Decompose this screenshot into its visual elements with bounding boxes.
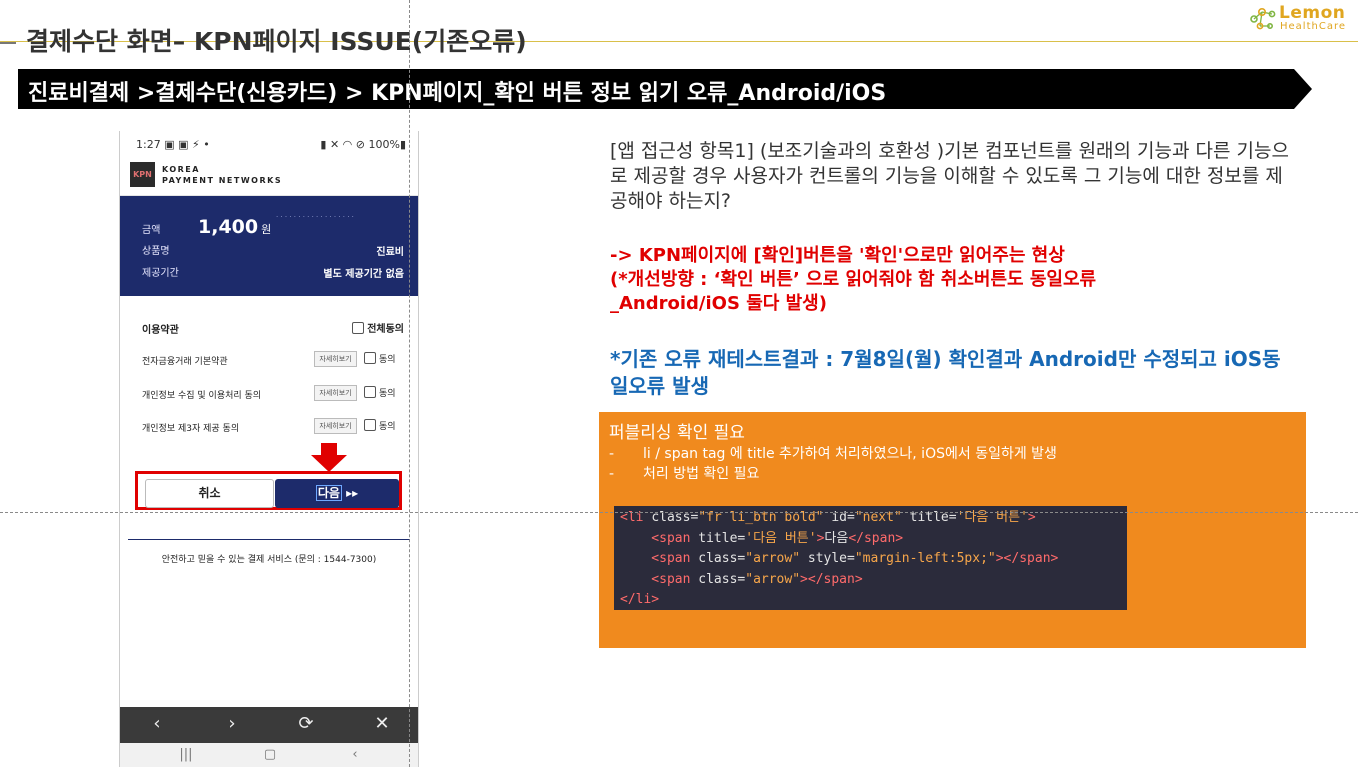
status-time: 1:27 ▣ ▣ ⚡ • xyxy=(136,138,210,151)
breadcrumb-text: 진료비결제 >결제수단(신용카드) > KPN페이지_확인 버튼 정보 읽기 오… xyxy=(28,81,887,106)
horizontal-guide-line xyxy=(0,512,1358,513)
recent-apps-icon[interactable]: ||| xyxy=(176,747,196,762)
red-down-arrow-icon xyxy=(311,443,347,472)
detail-button[interactable]: 자세히보기 xyxy=(314,351,357,367)
back-nav-icon[interactable]: ‹ xyxy=(345,747,365,762)
publishing-title: 퍼블리싱 확인 필요 xyxy=(609,423,745,443)
browser-nav-bar: ‹ › ⟳ ✕ xyxy=(120,707,418,743)
period-label: 제공기간 xyxy=(142,268,179,279)
amount-note: · · · · · · · · · · · · · · · · · · xyxy=(276,213,354,221)
next-label: 다음 xyxy=(315,485,342,501)
term-row: 개인정보 수집 및 이용처리 동의 자세히보기 동의 xyxy=(142,384,404,404)
phone-screenshot: 1:27 ▣ ▣ ⚡ • ▮ ✕ ◠ ⊘ 100%▮ KPN KOREA PAY… xyxy=(119,131,419,767)
term-label: 개인정보 수집 및 이용처리 동의 xyxy=(142,391,262,401)
issue-description: -> KPN페이지에 [확인]버튼을 '확인'으로만 읽어주는 현상 (*개선방… xyxy=(610,245,1097,314)
code-line: </li> xyxy=(620,592,660,607)
publishing-bullet: - 처리 방법 확인 필요 xyxy=(609,466,760,482)
publishing-bullet: - li / span tag 에 title 추가하여 처리하였으나, iOS에… xyxy=(609,446,1057,462)
kpn-name-line2: PAYMENT NETWORKS xyxy=(162,176,283,185)
detail-button[interactable]: 자세히보기 xyxy=(314,418,357,434)
term-row: 개인정보 제3자 제공 동의 자세히보기 동의 xyxy=(142,417,404,437)
detail-button[interactable]: 자세히보기 xyxy=(314,385,357,401)
lemon-healthcare-logo: Lemon HealthCare xyxy=(1248,3,1352,34)
forward-icon[interactable]: › xyxy=(222,713,242,734)
cancel-button[interactable]: 취소 xyxy=(145,479,274,508)
status-bar: 1:27 ▣ ▣ ⚡ • ▮ ✕ ◠ ⊘ 100%▮ xyxy=(120,131,418,157)
highlight-box: 취소 다음 ▸▸ xyxy=(135,471,402,510)
checkbox-icon[interactable] xyxy=(364,386,376,398)
molecule-icon xyxy=(1250,8,1276,30)
amount-label: 금액 xyxy=(142,225,161,236)
accessibility-item-text: [앱 접근성 항목1] (보조기술과의 호환성 )기본 컴포넌트를 원래의 기능… xyxy=(610,140,1289,212)
logo-subtitle: HealthCare xyxy=(1280,21,1346,32)
home-icon[interactable]: ▢ xyxy=(260,747,280,762)
code-line: <span class="arrow"></span> xyxy=(620,571,863,587)
publishing-check-box: 퍼블리싱 확인 필요 - li / span tag 에 title 추가하여 처… xyxy=(599,412,1306,648)
status-icons: ▮ ✕ ◠ ⊘ 100%▮ xyxy=(320,138,406,151)
next-button[interactable]: 다음 ▸▸ xyxy=(275,479,399,508)
all-agree-checkbox[interactable]: 전체동의 xyxy=(352,320,404,335)
payment-info-panel: 금액 1,400 원 · · · · · · · · · · · · · · · … xyxy=(120,196,418,296)
divider xyxy=(128,539,410,540)
checkbox-icon[interactable] xyxy=(364,352,376,364)
agree-checkbox[interactable]: 동의 xyxy=(364,419,396,432)
kpn-name-line1: KOREA xyxy=(162,165,200,174)
checkbox-icon[interactable] xyxy=(352,322,365,334)
kpn-logo-icon: KPN xyxy=(130,162,155,187)
retest-result: *기존 오류 재테스트결과 : 7월8일(월) 확인결과 Android만 수정… xyxy=(610,347,1281,398)
vertical-guide-line xyxy=(409,0,410,767)
next-arrows-icon: ▸▸ xyxy=(346,486,359,500)
kpn-header: KPN KOREA PAYMENT NETWORKS xyxy=(120,157,418,196)
checkbox-icon[interactable] xyxy=(364,419,376,431)
amount-value: 1,400 원 xyxy=(198,216,272,238)
agree-checkbox[interactable]: 동의 xyxy=(364,386,396,399)
slide-title: 결제수단 화면– KPN페이지 ISSUE(기존오류) xyxy=(26,27,527,56)
product-label: 상품명 xyxy=(142,246,170,257)
system-nav-bar: ||| ▢ ‹ xyxy=(120,743,418,767)
terms-title: 이용약관 xyxy=(142,325,179,336)
code-line: <span title='다음 버튼'>다음</span> xyxy=(620,530,904,546)
period-value: 별도 제공기간 없음 xyxy=(323,269,404,280)
product-value: 진료비 xyxy=(376,247,404,258)
code-snippet: <li class="fr li_btn bold" id="next" tit… xyxy=(614,506,1127,610)
refresh-icon[interactable]: ⟳ xyxy=(296,713,316,734)
code-line: <span class="arrow" style="margin-left:5… xyxy=(620,551,1059,566)
back-icon[interactable]: ‹ xyxy=(147,713,167,734)
agree-checkbox[interactable]: 동의 xyxy=(364,352,396,365)
title-lead-mark xyxy=(0,42,16,44)
term-label: 전자금융거래 기본약관 xyxy=(142,357,228,367)
logo-name: Lemon xyxy=(1279,3,1346,23)
term-label: 개인정보 제3자 제공 동의 xyxy=(142,424,240,434)
close-icon[interactable]: ✕ xyxy=(372,713,392,734)
breadcrumb-banner: 진료비결제 >결제수단(신용카드) > KPN페이지_확인 버튼 정보 읽기 오… xyxy=(18,69,1312,109)
term-row: 전자금융거래 기본약관 자세히보기 동의 xyxy=(142,350,404,370)
footer-text: 안전하고 믿을 수 있는 결제 서비스 (문의 : 1544-7300) xyxy=(161,555,377,565)
